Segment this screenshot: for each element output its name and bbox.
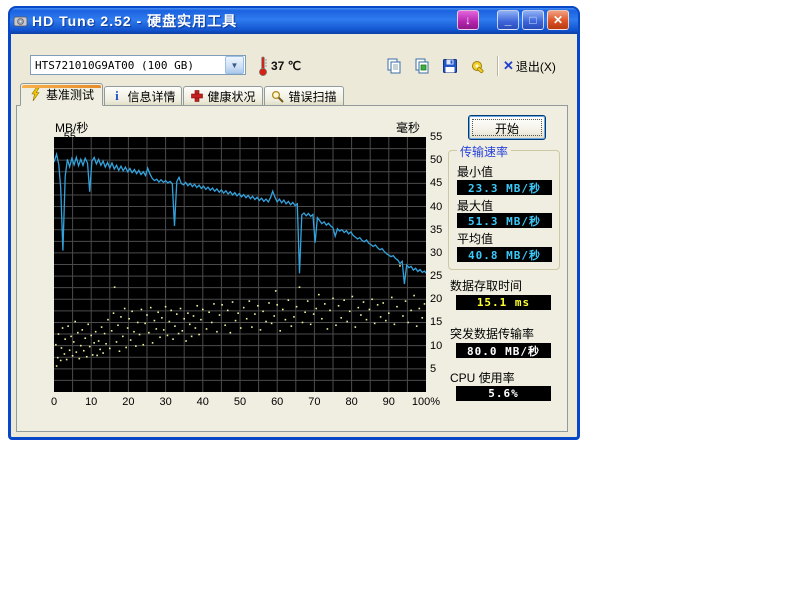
drive-select-combobox[interactable]: HTS721010G9AT00 (100 GB) ▼ — [30, 55, 246, 75]
copy-icon — [386, 58, 402, 74]
copy-text-button[interactable] — [383, 56, 405, 76]
tab-info[interactable]: i 信息详情 — [104, 86, 182, 105]
max-value: 51.3 MB/秒 — [457, 213, 552, 228]
burst-rate-value: 80.0 MB/秒 — [456, 343, 551, 358]
tab-label: 基准测试 — [46, 86, 94, 103]
thermometer-icon — [257, 55, 269, 77]
min-label: 最小值 — [457, 163, 493, 180]
options-button[interactable] — [467, 56, 489, 76]
x-tick: 10 — [85, 396, 97, 408]
maximize-button[interactable]: □ — [522, 10, 544, 30]
close-button[interactable]: ✕ — [547, 10, 569, 30]
benchmark-chart — [54, 137, 426, 392]
x-tick: 40 — [197, 396, 209, 408]
group-title: 传输速率 — [457, 143, 511, 160]
x-tick: 100% — [412, 396, 440, 408]
minimize-button[interactable]: _ — [497, 10, 519, 30]
copy-image-icon — [414, 58, 430, 74]
cpu-usage-label: CPU 使用率 — [450, 369, 515, 386]
save-button[interactable] — [439, 56, 461, 76]
tab-error-scan[interactable]: 错误扫描 — [264, 86, 344, 105]
app-icon — [13, 14, 28, 29]
title-bar[interactable]: HD Tune 2.52 - 硬盘实用工具 ↓ _ □ ✕ — [10, 8, 578, 34]
y-tick: 20 — [430, 293, 456, 305]
toolbar-separator — [497, 56, 499, 76]
avg-value: 40.8 MB/秒 — [457, 247, 552, 262]
save-icon — [442, 58, 458, 74]
avg-label: 平均值 — [457, 230, 493, 247]
benchmark-icon — [29, 88, 42, 101]
min-value: 23.3 MB/秒 — [457, 180, 552, 195]
exit-label: 退出(X) — [516, 58, 556, 75]
tab-benchmark[interactable]: 基准测试 — [20, 83, 103, 106]
x-tick: 80 — [345, 396, 357, 408]
magnifier-icon — [271, 90, 284, 103]
temperature-value: 37 ℃ — [271, 59, 301, 73]
copy-image-button[interactable] — [411, 56, 433, 76]
max-label: 最大值 — [457, 197, 493, 214]
x-tick: 20 — [122, 396, 134, 408]
tab-label: 健康状况 — [207, 88, 255, 105]
x-tick: 90 — [383, 396, 395, 408]
download-button[interactable]: ↓ — [457, 10, 479, 30]
y-axis-right-label: 毫秒 — [396, 119, 420, 136]
burst-rate-label: 突发数据传输率 — [450, 325, 534, 342]
x-tick: 30 — [159, 396, 171, 408]
window-title: HD Tune 2.52 - 硬盘实用工具 — [32, 11, 237, 31]
x-tick: 60 — [271, 396, 283, 408]
x-tick: 50 — [234, 396, 246, 408]
x-axis-ticks: 0102030405060708090100% — [54, 396, 426, 410]
benchmark-panel: MB/秒 毫秒 555045403530252015105 5550454035… — [16, 105, 568, 432]
tab-label: 信息详情 — [127, 88, 175, 105]
exit-button[interactable]: ✕ 退出(X) — [503, 56, 556, 76]
health-cross-icon — [190, 90, 203, 103]
app-window: HD Tune 2.52 - 硬盘实用工具 ↓ _ □ ✕ HTS721010G… — [8, 6, 580, 440]
chart-canvas — [54, 137, 426, 392]
transfer-rate-group: 传输速率 最小值 23.3 MB/秒 最大值 51.3 MB/秒 平均值 40.… — [448, 150, 560, 270]
tools-icon — [470, 58, 486, 74]
info-icon: i — [110, 90, 123, 103]
start-button-label: 开始 — [469, 120, 545, 137]
drive-select-value: HTS721010G9AT00 (100 GB) — [31, 59, 225, 72]
x-tick: 0 — [51, 396, 57, 408]
tab-label: 错误扫描 — [288, 88, 336, 105]
cpu-usage-value: 5.6% — [456, 386, 551, 401]
access-time-value: 15.1 ms — [456, 295, 551, 310]
start-button[interactable]: 开始 — [468, 115, 546, 140]
access-time-label: 数据存取时间 — [450, 277, 522, 294]
tab-health[interactable]: 健康状况 — [183, 86, 263, 105]
x-tick: 70 — [308, 396, 320, 408]
chevron-down-icon[interactable]: ▼ — [225, 56, 244, 74]
y-tick: 55 — [430, 131, 456, 143]
exit-x-icon: ✕ — [503, 58, 514, 74]
y-axis-ticks-left: 555045403530252015105 — [24, 137, 50, 392]
